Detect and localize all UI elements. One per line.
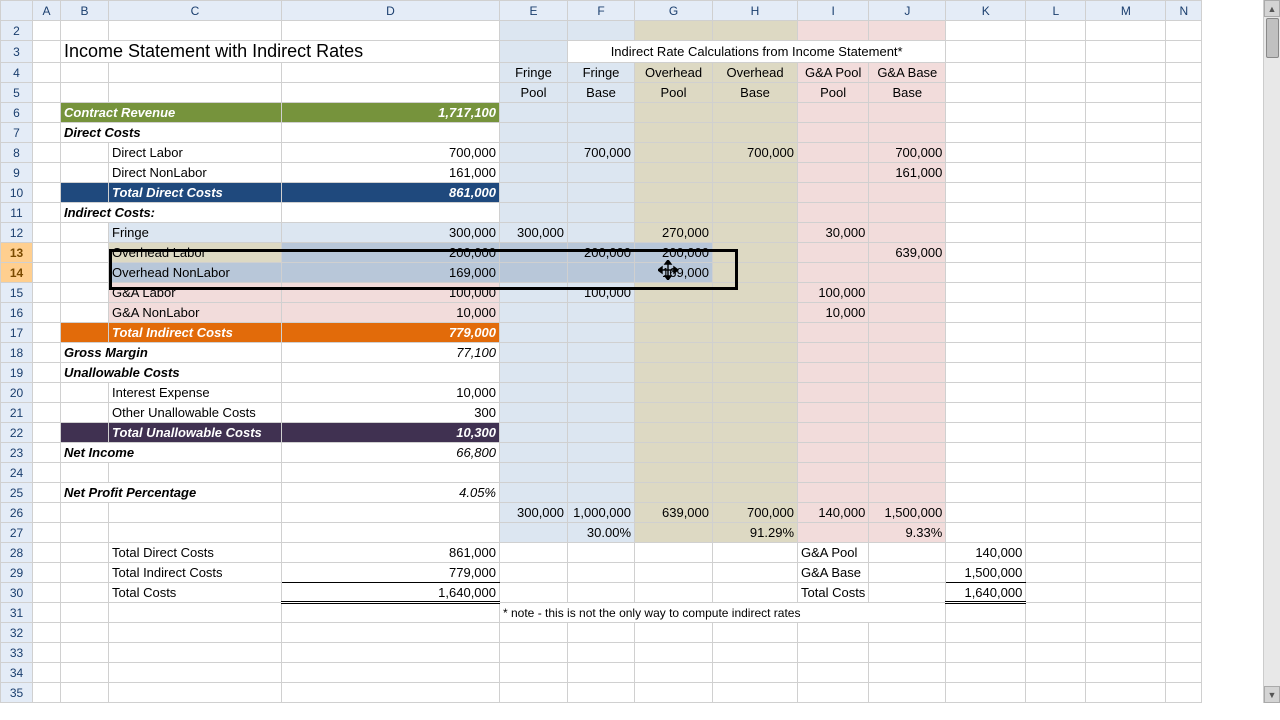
col-header[interactable]: C	[109, 1, 282, 21]
row-header[interactable]: 31	[1, 603, 33, 623]
row-header[interactable]: 24	[1, 463, 33, 483]
col-header[interactable]: L	[1026, 1, 1086, 21]
row-header[interactable]: 29	[1, 563, 33, 583]
net-profit-pct-label: Net Profit Percentage	[61, 483, 282, 503]
row-header[interactable]: 20	[1, 383, 33, 403]
row-header[interactable]: 33	[1, 643, 33, 663]
hdr-oh-base: Overhead	[713, 63, 798, 83]
row-header[interactable]: 21	[1, 403, 33, 423]
col-header[interactable]: I	[798, 1, 869, 21]
col-header[interactable]: E	[500, 1, 568, 21]
row-header[interactable]: 27	[1, 523, 33, 543]
direct-nonlabor-label: Direct NonLabor	[109, 163, 282, 183]
indirect-costs-label: Indirect Costs:	[61, 203, 282, 223]
other-unallowable-label: Other Unallowable Costs	[109, 403, 282, 423]
overhead-nonlabor-label: Overhead NonLabor	[109, 263, 282, 283]
direct-labor-label: Direct Labor	[109, 143, 282, 163]
hdr-fringe-pool: Fringe	[500, 63, 568, 83]
scroll-thumb[interactable]	[1266, 18, 1279, 58]
total-indirect-label: Total Indirect Costs	[109, 323, 282, 343]
direct-costs-label: Direct Costs	[61, 123, 282, 143]
calc-title: Indirect Rate Calculations from Income S…	[568, 41, 946, 63]
row-header[interactable]: 14	[1, 263, 33, 283]
row-header[interactable]: 34	[1, 663, 33, 683]
page-title: Income Statement with Indirect Rates	[61, 41, 500, 63]
hdr-fringe-base: Fringe	[568, 63, 635, 83]
row-header[interactable]: 23	[1, 443, 33, 463]
row-header[interactable]: 28	[1, 543, 33, 563]
col-header[interactable]: B	[61, 1, 109, 21]
row-header[interactable]: 5	[1, 83, 33, 103]
footnote: * note - this is not the only way to com…	[500, 603, 946, 623]
fringe-label: Fringe	[109, 223, 282, 243]
row-header[interactable]: 35	[1, 683, 33, 703]
col-header[interactable]: H	[713, 1, 798, 21]
row-header[interactable]: 10	[1, 183, 33, 203]
row-header[interactable]: 3	[1, 41, 33, 63]
gross-margin-label: Gross Margin	[61, 343, 282, 363]
row-header[interactable]: 11	[1, 203, 33, 223]
row-header[interactable]: 30	[1, 583, 33, 603]
col-header[interactable]: F	[568, 1, 635, 21]
col-header[interactable]: N	[1166, 1, 1202, 21]
col-header[interactable]: M	[1086, 1, 1166, 21]
row-header[interactable]: 12	[1, 223, 33, 243]
total-unallowable-label: Total Unallowable Costs	[109, 423, 282, 443]
col-header[interactable]: J	[869, 1, 946, 21]
row-header[interactable]: 15	[1, 283, 33, 303]
row-header[interactable]: 7	[1, 123, 33, 143]
row-header[interactable]: 8	[1, 143, 33, 163]
interest-expense-label: Interest Expense	[109, 383, 282, 403]
ga-labor-label: G&A Labor	[109, 283, 282, 303]
col-header[interactable]: K	[946, 1, 1026, 21]
row-header[interactable]: 32	[1, 623, 33, 643]
hdr-ga-base: G&A Base	[869, 63, 946, 83]
row-header[interactable]: 22	[1, 423, 33, 443]
contract-revenue-label: Contract Revenue	[61, 103, 282, 123]
scroll-down-icon[interactable]: ▼	[1264, 686, 1280, 703]
row-header[interactable]: 2	[1, 21, 33, 41]
ga-nonlabor-label: G&A NonLabor	[109, 303, 282, 323]
row-header[interactable]: 9	[1, 163, 33, 183]
unallowable-label: Unallowable Costs	[61, 363, 282, 383]
move-cursor-icon	[658, 260, 678, 280]
contract-revenue-val: 1,717,100	[282, 103, 500, 123]
col-header[interactable]: A	[33, 1, 61, 21]
row-header[interactable]: 16	[1, 303, 33, 323]
row-header[interactable]: 19	[1, 363, 33, 383]
vertical-scrollbar[interactable]: ▲ ▼	[1263, 0, 1280, 703]
spreadsheet-grid[interactable]: A B C D E F G H I J K L M N 2 3 Income St…	[0, 0, 1202, 703]
col-header[interactable]: D	[282, 1, 500, 21]
total-direct-label: Total Direct Costs	[109, 183, 282, 203]
row-header[interactable]: 6	[1, 103, 33, 123]
column-headers[interactable]: A B C D E F G H I J K L M N	[1, 1, 1202, 21]
row-header[interactable]: 17	[1, 323, 33, 343]
net-income-label: Net Income	[61, 443, 282, 463]
row-header[interactable]: 26	[1, 503, 33, 523]
overhead-labor-label: Overhead Labor	[109, 243, 282, 263]
col-header[interactable]: G	[635, 1, 713, 21]
row-header[interactable]: 25	[1, 483, 33, 503]
select-all-corner[interactable]	[1, 1, 33, 21]
row-header[interactable]: 13	[1, 243, 33, 263]
hdr-ga-pool: G&A Pool	[798, 63, 869, 83]
row-header[interactable]: 18	[1, 343, 33, 363]
hdr-oh-pool: Overhead	[635, 63, 713, 83]
scroll-up-icon[interactable]: ▲	[1264, 0, 1280, 17]
row-header[interactable]: 4	[1, 63, 33, 83]
